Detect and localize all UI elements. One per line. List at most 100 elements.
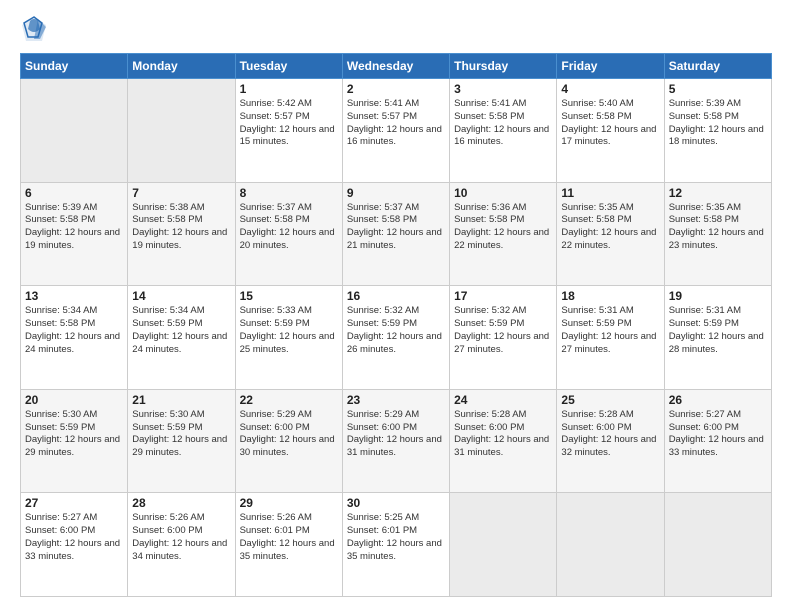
calendar-cell xyxy=(664,493,771,597)
calendar-cell: 30 Sunrise: 5:25 AMSunset: 6:01 PMDayligh… xyxy=(342,493,449,597)
day-number: 16 xyxy=(347,289,445,303)
calendar-cell xyxy=(450,493,557,597)
day-number: 25 xyxy=(561,393,659,407)
weekday-header-thursday: Thursday xyxy=(450,54,557,79)
day-info: Sunrise: 5:26 AMSunset: 6:01 PMDaylight:… xyxy=(240,512,338,563)
day-info: Sunrise: 5:33 AMSunset: 5:59 PMDaylight:… xyxy=(240,305,338,356)
calendar-cell: 10 Sunrise: 5:36 AMSunset: 5:58 PMDayligh… xyxy=(450,182,557,286)
day-number: 4 xyxy=(561,82,659,96)
week-row-2: 6 Sunrise: 5:39 AMSunset: 5:58 PMDaylight… xyxy=(21,182,772,286)
day-info: Sunrise: 5:34 AMSunset: 5:58 PMDaylight:… xyxy=(25,305,123,356)
day-number: 9 xyxy=(347,186,445,200)
day-number: 17 xyxy=(454,289,552,303)
day-number: 11 xyxy=(561,186,659,200)
calendar-cell: 17 Sunrise: 5:32 AMSunset: 5:59 PMDayligh… xyxy=(450,286,557,390)
day-number: 22 xyxy=(240,393,338,407)
calendar-cell: 19 Sunrise: 5:31 AMSunset: 5:59 PMDayligh… xyxy=(664,286,771,390)
weekday-header-wednesday: Wednesday xyxy=(342,54,449,79)
day-info: Sunrise: 5:31 AMSunset: 5:59 PMDaylight:… xyxy=(561,305,659,356)
weekday-header-monday: Monday xyxy=(128,54,235,79)
day-info: Sunrise: 5:32 AMSunset: 5:59 PMDaylight:… xyxy=(347,305,445,356)
calendar-cell xyxy=(21,79,128,183)
day-info: Sunrise: 5:27 AMSunset: 6:00 PMDaylight:… xyxy=(25,512,123,563)
day-number: 19 xyxy=(669,289,767,303)
day-info: Sunrise: 5:28 AMSunset: 6:00 PMDaylight:… xyxy=(454,409,552,460)
day-number: 20 xyxy=(25,393,123,407)
calendar-cell: 25 Sunrise: 5:28 AMSunset: 6:00 PMDayligh… xyxy=(557,389,664,493)
day-info: Sunrise: 5:30 AMSunset: 5:59 PMDaylight:… xyxy=(132,409,230,460)
day-info: Sunrise: 5:37 AMSunset: 5:58 PMDaylight:… xyxy=(240,202,338,253)
calendar-cell: 24 Sunrise: 5:28 AMSunset: 6:00 PMDayligh… xyxy=(450,389,557,493)
day-number: 30 xyxy=(347,496,445,510)
day-info: Sunrise: 5:29 AMSunset: 6:00 PMDaylight:… xyxy=(240,409,338,460)
day-number: 15 xyxy=(240,289,338,303)
day-number: 10 xyxy=(454,186,552,200)
calendar-cell: 18 Sunrise: 5:31 AMSunset: 5:59 PMDayligh… xyxy=(557,286,664,390)
calendar-cell: 16 Sunrise: 5:32 AMSunset: 5:59 PMDayligh… xyxy=(342,286,449,390)
day-number: 3 xyxy=(454,82,552,96)
logo-icon xyxy=(20,15,48,43)
day-info: Sunrise: 5:25 AMSunset: 6:01 PMDaylight:… xyxy=(347,512,445,563)
day-info: Sunrise: 5:27 AMSunset: 6:00 PMDaylight:… xyxy=(669,409,767,460)
day-number: 24 xyxy=(454,393,552,407)
calendar-table: SundayMondayTuesdayWednesdayThursdayFrid… xyxy=(20,53,772,597)
day-number: 26 xyxy=(669,393,767,407)
calendar-cell: 11 Sunrise: 5:35 AMSunset: 5:58 PMDayligh… xyxy=(557,182,664,286)
week-row-3: 13 Sunrise: 5:34 AMSunset: 5:58 PMDayligh… xyxy=(21,286,772,390)
day-number: 7 xyxy=(132,186,230,200)
logo xyxy=(20,15,50,43)
day-info: Sunrise: 5:41 AMSunset: 5:58 PMDaylight:… xyxy=(454,98,552,149)
day-info: Sunrise: 5:26 AMSunset: 6:00 PMDaylight:… xyxy=(132,512,230,563)
calendar-cell: 9Sunrise: 5:37 AMSunset: 5:58 PMDaylight… xyxy=(342,182,449,286)
day-info: Sunrise: 5:42 AMSunset: 5:57 PMDaylight:… xyxy=(240,98,338,149)
day-info: Sunrise: 5:36 AMSunset: 5:58 PMDaylight:… xyxy=(454,202,552,253)
calendar-cell: 21 Sunrise: 5:30 AMSunset: 5:59 PMDayligh… xyxy=(128,389,235,493)
week-row-5: 27 Sunrise: 5:27 AMSunset: 6:00 PMDayligh… xyxy=(21,493,772,597)
calendar-cell xyxy=(128,79,235,183)
page: SundayMondayTuesdayWednesdayThursdayFrid… xyxy=(0,0,792,612)
calendar-cell: 8 Sunrise: 5:37 AMSunset: 5:58 PMDaylight… xyxy=(235,182,342,286)
day-number: 29 xyxy=(240,496,338,510)
day-info: Sunrise: 5:32 AMSunset: 5:59 PMDaylight:… xyxy=(454,305,552,356)
day-info: Sunrise: 5:35 AMSunset: 5:58 PMDaylight:… xyxy=(561,202,659,253)
day-info: Sunrise: 5:34 AMSunset: 5:59 PMDaylight:… xyxy=(132,305,230,356)
day-info: Sunrise: 5:35 AMSunset: 5:58 PMDaylight:… xyxy=(669,202,767,253)
calendar-cell: 2Sunrise: 5:41 AMSunset: 5:57 PMDaylight… xyxy=(342,79,449,183)
calendar-cell: 7 Sunrise: 5:38 AMSunset: 5:58 PMDaylight… xyxy=(128,182,235,286)
calendar-cell: 29 Sunrise: 5:26 AMSunset: 6:01 PMDayligh… xyxy=(235,493,342,597)
day-info: Sunrise: 5:31 AMSunset: 5:59 PMDaylight:… xyxy=(669,305,767,356)
weekday-header-row: SundayMondayTuesdayWednesdayThursdayFrid… xyxy=(21,54,772,79)
calendar-cell: 26 Sunrise: 5:27 AMSunset: 6:00 PMDayligh… xyxy=(664,389,771,493)
weekday-header-saturday: Saturday xyxy=(664,54,771,79)
calendar-cell: 15 Sunrise: 5:33 AMSunset: 5:59 PMDayligh… xyxy=(235,286,342,390)
calendar-cell: 1 Sunrise: 5:42 AMSunset: 5:57 PMDaylight… xyxy=(235,79,342,183)
day-number: 5 xyxy=(669,82,767,96)
day-info: Sunrise: 5:40 AMSunset: 5:58 PMDaylight:… xyxy=(561,98,659,149)
day-number: 13 xyxy=(25,289,123,303)
day-number: 18 xyxy=(561,289,659,303)
calendar-cell: 13 Sunrise: 5:34 AMSunset: 5:58 PMDayligh… xyxy=(21,286,128,390)
calendar-cell xyxy=(557,493,664,597)
day-number: 12 xyxy=(669,186,767,200)
day-number: 14 xyxy=(132,289,230,303)
calendar-cell: 3 Sunrise: 5:41 AMSunset: 5:58 PMDaylight… xyxy=(450,79,557,183)
header xyxy=(20,15,772,43)
calendar-cell: 14 Sunrise: 5:34 AMSunset: 5:59 PMDayligh… xyxy=(128,286,235,390)
day-number: 8 xyxy=(240,186,338,200)
day-number: 1 xyxy=(240,82,338,96)
day-number: 27 xyxy=(25,496,123,510)
day-info: Sunrise: 5:38 AMSunset: 5:58 PMDaylight:… xyxy=(132,202,230,253)
day-info: Sunrise: 5:39 AMSunset: 5:58 PMDaylight:… xyxy=(669,98,767,149)
weekday-header-tuesday: Tuesday xyxy=(235,54,342,79)
day-number: 6 xyxy=(25,186,123,200)
calendar-cell: 23Sunrise: 5:29 AMSunset: 6:00 PMDayligh… xyxy=(342,389,449,493)
day-info: Sunrise: 5:28 AMSunset: 6:00 PMDaylight:… xyxy=(561,409,659,460)
calendar-cell: 27 Sunrise: 5:27 AMSunset: 6:00 PMDayligh… xyxy=(21,493,128,597)
day-number: 21 xyxy=(132,393,230,407)
calendar-body: 1 Sunrise: 5:42 AMSunset: 5:57 PMDaylight… xyxy=(21,79,772,597)
calendar-cell: 5 Sunrise: 5:39 AMSunset: 5:58 PMDaylight… xyxy=(664,79,771,183)
calendar-cell: 22 Sunrise: 5:29 AMSunset: 6:00 PMDayligh… xyxy=(235,389,342,493)
day-info: Sunrise: 5:39 AMSunset: 5:58 PMDaylight:… xyxy=(25,202,123,253)
weekday-header-sunday: Sunday xyxy=(21,54,128,79)
day-info: Sunrise: 5:41 AMSunset: 5:57 PMDaylight:… xyxy=(347,98,445,149)
